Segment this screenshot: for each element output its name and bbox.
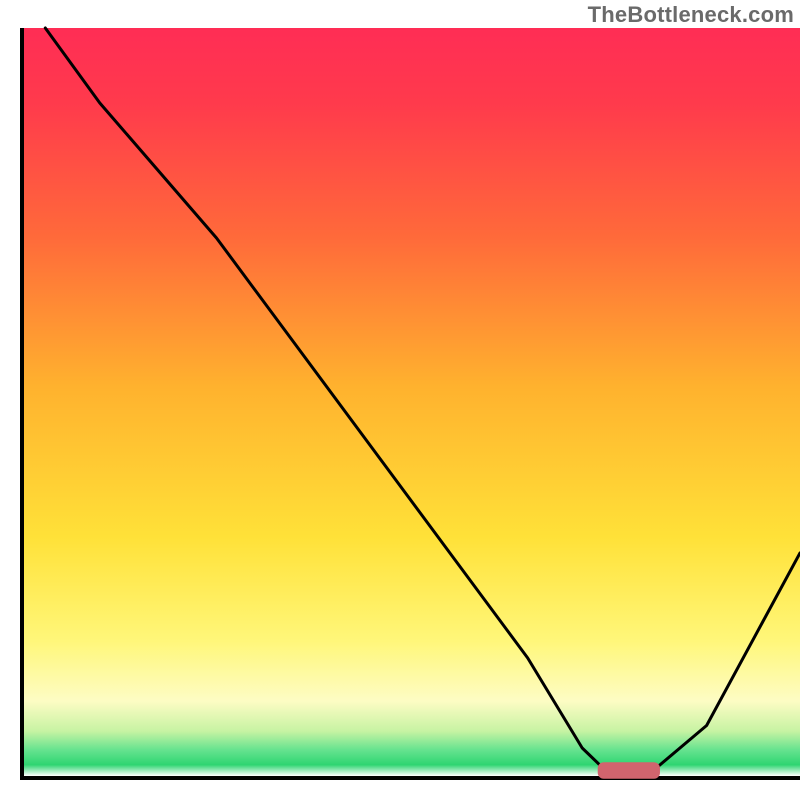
bottleneck-chart <box>0 0 800 800</box>
optimal-range-marker <box>598 762 660 779</box>
plot-background <box>24 28 800 776</box>
chart-container: TheBottleneck.com <box>0 0 800 800</box>
